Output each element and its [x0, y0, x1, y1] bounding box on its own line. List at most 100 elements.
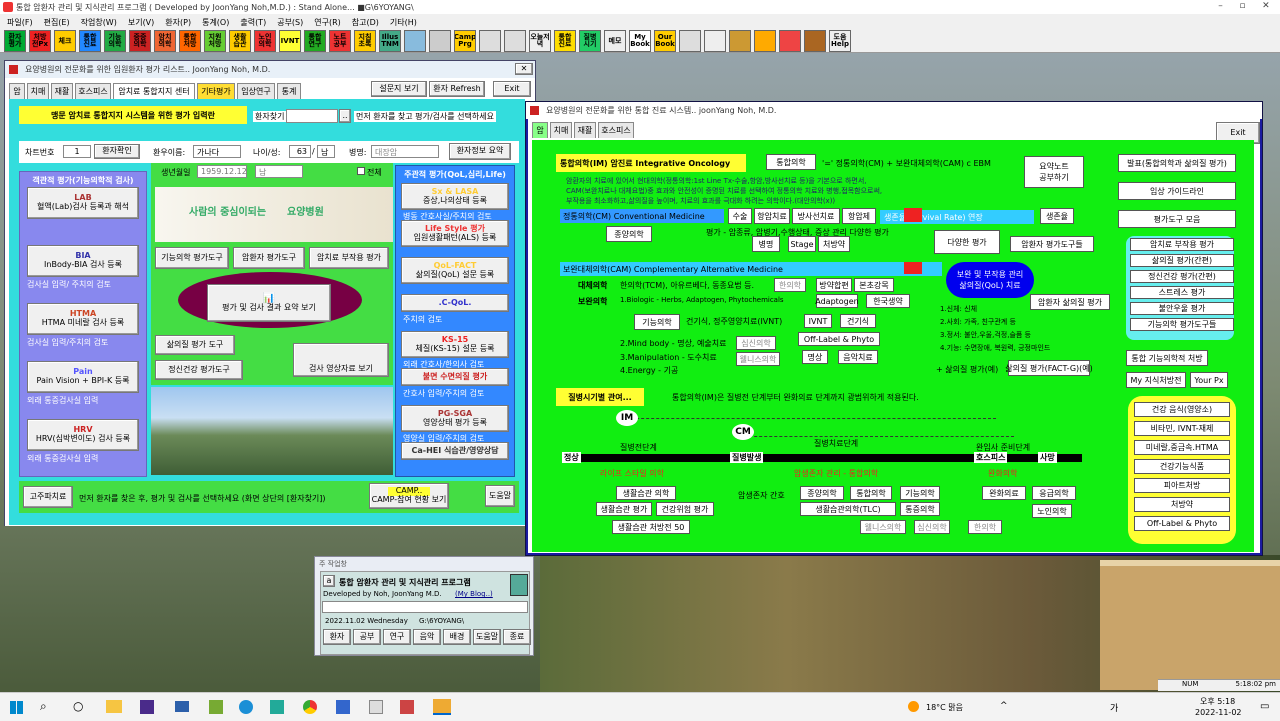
menu-item-8[interactable]: 연구(R)	[314, 17, 341, 28]
yellow-button-3[interactable]: 건강기능식품	[1134, 459, 1230, 474]
note-button[interactable]: 요약노트 공부하기	[1024, 156, 1084, 188]
tab-5[interactable]: 기타평가	[197, 83, 235, 99]
age-field[interactable]: 63	[289, 145, 311, 158]
side-button-5[interactable]: 기능의학 평가도구들	[1130, 318, 1234, 331]
toolbar-button-22[interactable]: 통합 진료	[554, 30, 576, 52]
taskbar-clock[interactable]: 오후 5:18	[1200, 696, 1235, 707]
toolbar-button-33[interactable]: 도움 Help	[829, 30, 851, 52]
life-button-8[interactable]: 통증의학	[900, 502, 940, 516]
menu-item-9[interactable]: 참고(D)	[352, 17, 379, 28]
toolbar-button-5[interactable]: 중증 의학	[129, 30, 151, 52]
cm-row-button-2[interactable]: 처방약	[818, 236, 850, 252]
toolbar-button-7[interactable]: 통합 처방	[179, 30, 201, 52]
toolbar-button-9[interactable]: 생활 습관	[229, 30, 251, 52]
tab-1[interactable]: 치매	[27, 83, 49, 99]
workspace-button-6[interactable]: 종료	[503, 629, 531, 645]
yellow-button-6[interactable]: Off-Label & Phyto	[1134, 516, 1230, 531]
taskbar-date[interactable]: 2022-11-02	[1195, 708, 1242, 717]
chart-number-input[interactable]: 1	[63, 145, 91, 158]
task-view-icon[interactable]: ○	[73, 699, 83, 713]
taskbar-app-icon[interactable]	[433, 699, 451, 715]
func-med-tool-button[interactable]: 기능의학 평가도구	[155, 247, 229, 269]
qol-tool-button[interactable]: 삶의질 평가 도구	[155, 335, 235, 355]
toolbar-button-18[interactable]: Camp Prg	[454, 30, 476, 52]
toolbar-button-3[interactable]: 통합 진료	[79, 30, 101, 52]
menu-item-7[interactable]: 공부(S)	[277, 17, 303, 28]
search-icon[interactable]: ⌕	[40, 699, 47, 714]
integrative-tab-1[interactable]: 치매	[550, 122, 572, 138]
life-button-14[interactable]: 노인의학	[1032, 504, 1072, 518]
tab-3[interactable]: 호스피스	[75, 83, 111, 99]
file-explorer-icon[interactable]	[106, 700, 122, 713]
integrative-tab-3[interactable]: 호스피스	[598, 122, 634, 138]
trad-button-2[interactable]: 본초강목	[854, 278, 894, 292]
menu-item-3[interactable]: 보기(V)	[128, 17, 154, 28]
side-button-4[interactable]: 불안우울 평가	[1130, 302, 1234, 315]
toolbar-button-0[interactable]: 환자 평가	[4, 30, 26, 52]
yellow-button-1[interactable]: 비타민, IVNT-재제	[1134, 421, 1230, 436]
tab-7[interactable]: 통계	[277, 83, 301, 99]
toolbar-button-11[interactable]: IVNT	[279, 30, 301, 52]
sex-field[interactable]: 남	[317, 145, 335, 158]
life-button-4[interactable]: 종양의학	[800, 486, 844, 500]
toolbar-button-4[interactable]: 기능 의학	[104, 30, 126, 52]
workspace-button-5[interactable]: 도움말	[473, 629, 501, 645]
korean-herb-button[interactable]: 한국생약	[866, 294, 910, 308]
right-menu-button-1[interactable]: 임상 가이드라인	[1118, 182, 1236, 200]
life-button-12[interactable]: 완화의료	[982, 486, 1026, 500]
menu-item-0[interactable]: 파일(F)	[7, 17, 33, 28]
cancer-tool-button[interactable]: 암환자 평가도구	[233, 247, 305, 269]
image-view-button[interactable]: 검사 영상자료 보기	[293, 343, 389, 377]
windows-start-icon[interactable]	[10, 701, 23, 714]
ivnt-button[interactable]: IVNT	[804, 314, 832, 328]
workspace-input[interactable]	[322, 601, 528, 613]
toolbar-button-25[interactable]: My Book	[629, 30, 651, 52]
save-app-icon[interactable]	[140, 700, 154, 714]
patient-confirm-button[interactable]: 환자확인	[94, 144, 140, 159]
yellow-button-0[interactable]: 건강 음식(영양소)	[1134, 402, 1230, 417]
right-eval-button-6[interactable]: PG-SGA 영양상태 평가 등록	[401, 405, 509, 432]
workspace-button-2[interactable]: 연구	[383, 629, 411, 645]
toolbar-button-19[interactable]	[479, 30, 501, 52]
right-eval-button-4[interactable]: KS-15 체질(KS-15) 설문 등록	[401, 331, 509, 358]
survey-view-button[interactable]: 설문지 보기	[371, 81, 427, 97]
find-patient-input[interactable]	[286, 109, 338, 123]
food-button[interactable]: 건기식	[840, 314, 876, 328]
visio-icon[interactable]	[270, 700, 284, 714]
left-eval-button-4[interactable]: HRV HRV(심박변이도) 검사 등록	[27, 419, 139, 451]
phone-icon[interactable]	[336, 700, 350, 714]
patient-name-field[interactable]: 가나다	[193, 145, 241, 158]
wellness-button[interactable]: 웰니스의학	[736, 352, 780, 366]
side-button-1[interactable]: 삶의질 평가(간편)	[1130, 254, 1234, 267]
cancer-tools-button[interactable]: 암환자 평가도구들	[1010, 236, 1094, 252]
minimize-icon[interactable]: –	[1218, 1, 1223, 13]
tab-0[interactable]: 암	[9, 83, 25, 99]
life-button-11[interactable]: 한의학	[968, 520, 1002, 534]
mail-icon[interactable]	[175, 701, 189, 712]
toolbar-button-1[interactable]: 처방 전Px	[29, 30, 51, 52]
left-eval-button-3[interactable]: Pain Pain Vision + BPI-K 등록	[27, 361, 139, 393]
cm-button-0[interactable]: 수술	[728, 208, 752, 224]
integrative-tab-0[interactable]: 암	[532, 122, 548, 138]
life-button-7[interactable]: 생활습관의학(TLC)	[800, 502, 896, 516]
right-menu-button-2[interactable]: 평가도구 모음	[1118, 210, 1236, 228]
trad-button-1[interactable]: 방약합편	[816, 278, 852, 292]
right-eval-button-0[interactable]: Sx & LASA 증상,나의상태 등록	[401, 183, 509, 210]
left-eval-button-0[interactable]: LAB 혈액(Lab)검사 등록과 해석	[27, 187, 139, 219]
io-button[interactable]: 통합의학	[766, 154, 816, 170]
psy-button[interactable]: 심신의학	[736, 336, 776, 350]
toolbar-button-12[interactable]: 통합 연구	[304, 30, 326, 52]
yellow-button-4[interactable]: 피아트처방	[1134, 478, 1230, 493]
qol-survey-button[interactable]: 암환자 삶의질 평가	[1030, 294, 1110, 310]
life-button-9[interactable]: 웰니스의학	[860, 520, 906, 534]
right-eval-button-7[interactable]: Ca-HEI 식습관/영양상담	[401, 442, 509, 460]
notification-icon[interactable]: ▭	[1260, 701, 1269, 712]
workspace-button-1[interactable]: 공부	[353, 629, 381, 645]
music-button[interactable]: 음악치료	[838, 350, 878, 364]
cm-button-2[interactable]: 방사선치료	[792, 208, 840, 224]
toolbar-button-17[interactable]	[429, 30, 451, 52]
vpn-icon[interactable]	[369, 700, 383, 714]
toolbar-button-20[interactable]	[504, 30, 526, 52]
right-eval-button-2[interactable]: QoL-FACT 삶의질(QoL) 설문 등록	[401, 257, 509, 284]
window-close-button[interactable]: ✕	[515, 63, 533, 75]
